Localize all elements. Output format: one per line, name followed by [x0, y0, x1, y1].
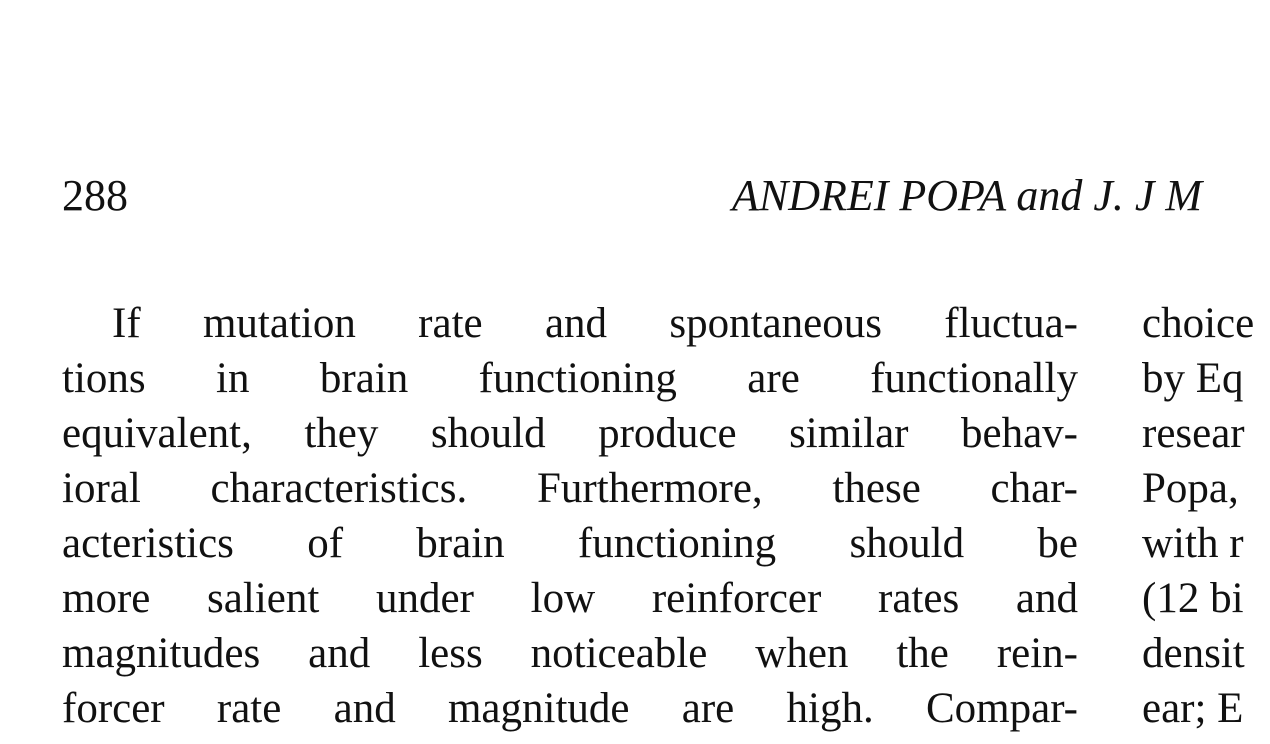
- paragraph-line: (12 bi: [1142, 575, 1244, 622]
- paragraph-line: If mutation rate and spontaneous fluctua…: [112, 300, 1078, 347]
- right-column-paragraph: choice by Eq resear Popa, with r (12 bi …: [1142, 296, 1270, 736]
- paragraph-line: choice: [1142, 300, 1255, 347]
- paragraph-line: forcer rate and magnitude are high. Comp…: [62, 685, 1078, 732]
- page-number: 288: [62, 171, 128, 220]
- paragraph-line: equivalent, they should produce similar …: [62, 410, 1078, 457]
- left-column-paragraph: If mutation rate and spontaneous fluctua…: [62, 296, 1078, 736]
- paragraph-line: more salient under low reinforcer rates …: [62, 575, 1078, 622]
- paragraph-line: by Eq: [1142, 355, 1244, 402]
- paragraph-line: magnitudes and less noticeable when the …: [62, 630, 1078, 677]
- paragraph-line: acteristics of brain functioning should …: [62, 520, 1078, 567]
- paragraph-line: ioral characteristics. Furthermore, thes…: [62, 465, 1078, 512]
- paragraph-line: with r: [1142, 520, 1244, 567]
- paragraph-line: ear; E: [1142, 685, 1244, 732]
- paragraph-line: resear: [1142, 410, 1245, 457]
- running-head: ANDREI POPA and J. J M: [732, 171, 1203, 220]
- paragraph-line: tions in brain functioning are functiona…: [62, 355, 1078, 402]
- paragraph-line: Popa,: [1142, 465, 1239, 512]
- paragraph-line: densit: [1142, 630, 1245, 677]
